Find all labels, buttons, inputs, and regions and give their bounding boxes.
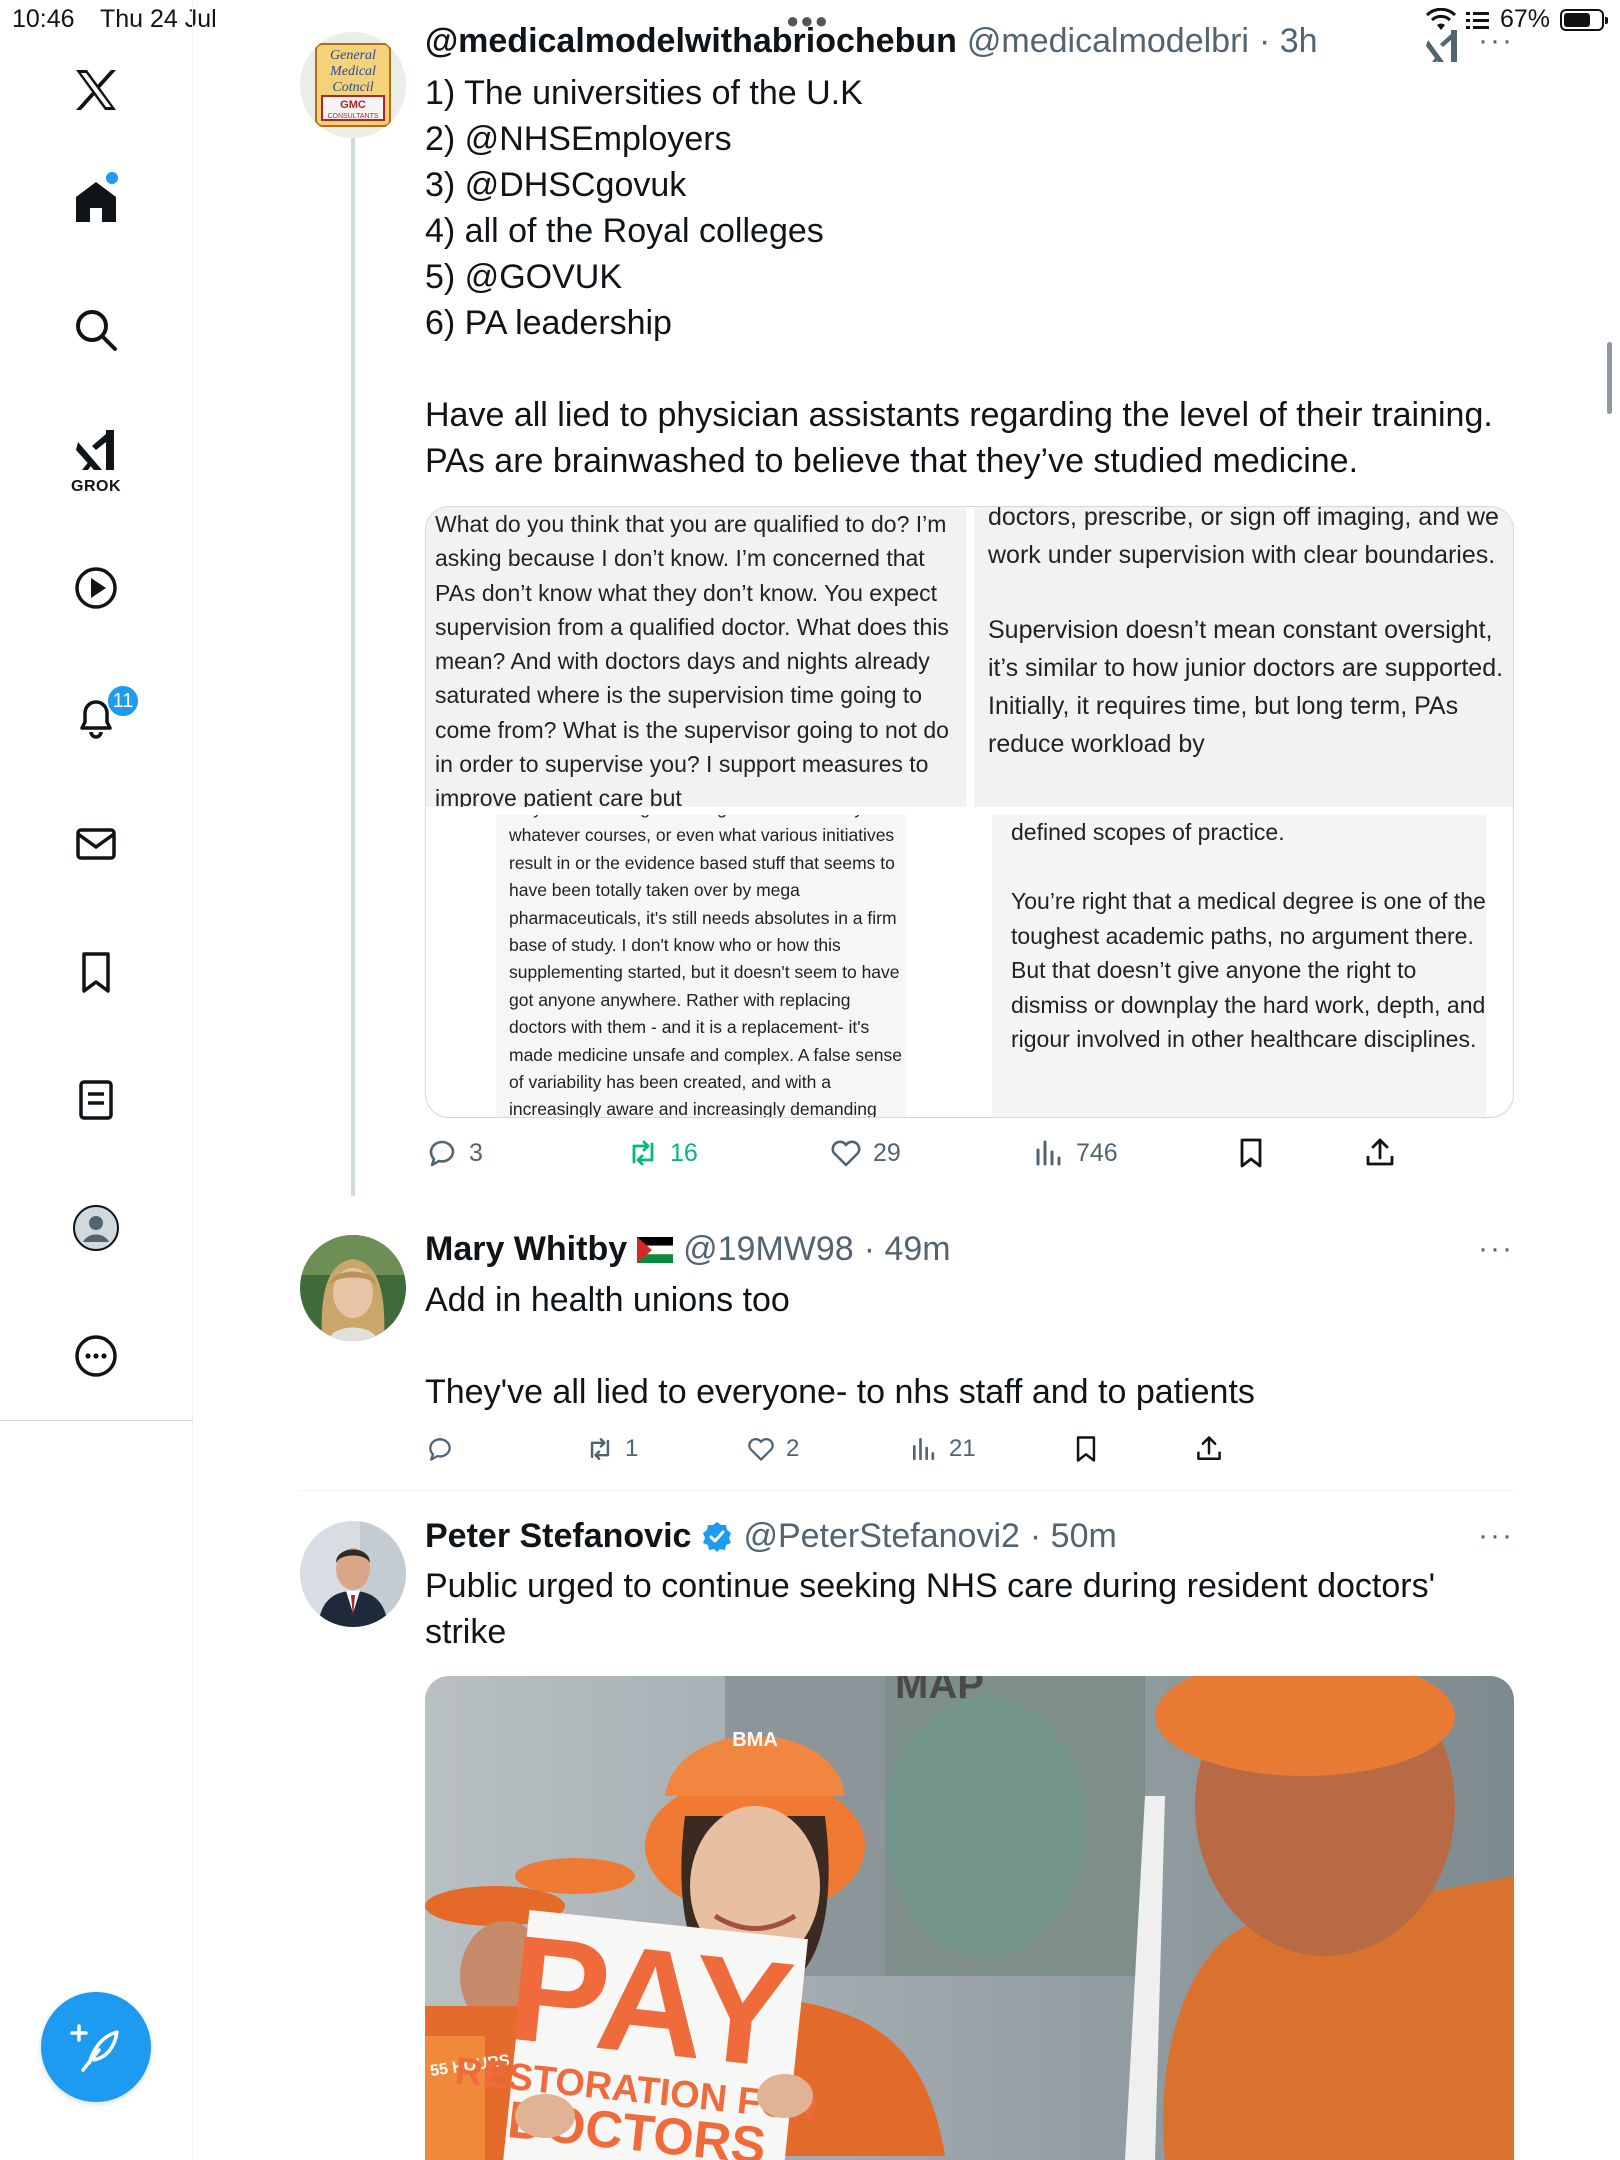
author-name[interactable]: Peter Stefanovic bbox=[425, 1517, 691, 1556]
views-button[interactable]: 21 bbox=[909, 1434, 976, 1464]
messages-envelope-icon[interactable] bbox=[66, 814, 126, 874]
heart-icon bbox=[831, 1140, 861, 1167]
grok-icon[interactable] bbox=[66, 420, 126, 480]
sidebar-divider bbox=[0, 1420, 193, 1421]
lists-icon[interactable] bbox=[66, 1070, 126, 1130]
panel-4-text: defined scopes of practice. You’re right… bbox=[1011, 819, 1486, 1052]
verified-badge-icon bbox=[703, 1521, 732, 1552]
repost-count: 1 bbox=[625, 1435, 639, 1462]
like-button[interactable]: 29 bbox=[829, 1136, 901, 1170]
views-button[interactable]: 746 bbox=[1032, 1136, 1118, 1170]
screenshot-panel-2: doctors, prescribe, or sign off imaging,… bbox=[974, 507, 1513, 807]
tweet-text: Add in health unions too They've all lie… bbox=[425, 1281, 1255, 1411]
repost-button[interactable]: 16 bbox=[626, 1136, 698, 1170]
more-options-icon[interactable]: ··· bbox=[1478, 1519, 1514, 1553]
thread-connector-line bbox=[351, 138, 355, 1196]
gmc-logo-avatar: General Medical Cotncil GMC CONSULTANTS bbox=[300, 32, 406, 138]
reply-icon bbox=[429, 1438, 451, 1461]
heart-icon bbox=[748, 1437, 774, 1461]
author-handle[interactable]: @PeterStefanovi2 bbox=[743, 1517, 1019, 1556]
notification-count-badge: 11 bbox=[106, 684, 140, 718]
reply-count: 3 bbox=[469, 1138, 483, 1167]
screenshot-panel-4: defined scopes of practice. You’re right… bbox=[992, 815, 1486, 1117]
views-chart-icon bbox=[912, 1437, 935, 1461]
panel-1-text: What do you think that you are qualified… bbox=[435, 511, 949, 807]
compose-feather-icon bbox=[70, 2024, 119, 2072]
tweet-header: @medicalmodelwithabriochebun @medicalmod… bbox=[425, 22, 1318, 61]
repost-count: 16 bbox=[670, 1138, 698, 1167]
tweet-media-screenshots[interactable]: What do you think that you are qualified… bbox=[425, 506, 1514, 1118]
avatar-text-5: CONSULTANTS bbox=[327, 113, 378, 120]
author-handle[interactable]: @medicalmodelbri bbox=[967, 22, 1249, 61]
tweet-text: 1) The universities of the U.K 2) @NHSEm… bbox=[425, 74, 1493, 480]
repost-icon bbox=[590, 1438, 610, 1460]
more-options-icon[interactable]: ··· bbox=[1478, 24, 1514, 58]
tweet-time[interactable]: · 49m bbox=[864, 1230, 951, 1269]
tweet-time[interactable]: · 50m bbox=[1030, 1517, 1117, 1556]
bookmark-icon bbox=[1076, 1436, 1096, 1462]
avatar[interactable] bbox=[300, 1235, 406, 1341]
author-name[interactable]: Mary Whitby bbox=[425, 1230, 627, 1269]
avatar[interactable]: General Medical Cotncil GMC CONSULTANTS bbox=[300, 32, 406, 138]
bookmarks-icon[interactable] bbox=[66, 942, 126, 1002]
grok-label: GROK bbox=[71, 478, 121, 495]
repost-button[interactable]: 1 bbox=[585, 1434, 638, 1464]
views-chart-icon bbox=[1036, 1140, 1061, 1166]
bookmark-button[interactable] bbox=[1071, 1434, 1101, 1464]
like-button[interactable]: 2 bbox=[746, 1434, 799, 1464]
grok-explain-icon[interactable] bbox=[1426, 28, 1460, 64]
cap-logo-text: BMA bbox=[732, 1729, 778, 1751]
profile-avatar-icon[interactable] bbox=[66, 1198, 126, 1258]
video-icon[interactable] bbox=[66, 558, 126, 618]
reply-button[interactable] bbox=[425, 1434, 465, 1464]
tweet-time[interactable]: · 3h bbox=[1259, 22, 1318, 61]
author-name[interactable]: @medicalmodelwithabriochebun bbox=[425, 22, 957, 61]
share-button[interactable] bbox=[1363, 1136, 1397, 1170]
share-icon bbox=[1366, 1138, 1394, 1166]
sidebar-nav: GROK 11 bbox=[0, 0, 193, 2160]
x-logo-icon[interactable] bbox=[66, 60, 126, 120]
bookmark-button[interactable] bbox=[1234, 1136, 1268, 1170]
panel-2-text: doctors, prescribe, or sign off imaging,… bbox=[988, 507, 1504, 758]
strike-photo: MAP 55 HOURS NOT A WARNING 4 JUNIOR DOCT… bbox=[425, 1676, 1514, 2160]
tweet-header: Mary Whitby @19MW98 · 49m bbox=[425, 1230, 951, 1269]
screenshot-panel-1: What do you think that you are qualified… bbox=[426, 507, 966, 807]
view-count: 746 bbox=[1076, 1138, 1118, 1167]
avatar-text-1: General bbox=[330, 48, 376, 63]
home-unread-dot bbox=[106, 172, 118, 184]
tweet-divider bbox=[300, 1490, 1514, 1491]
palestine-flag-icon bbox=[637, 1236, 674, 1263]
repost-icon bbox=[632, 1140, 654, 1166]
mary-whitby-photo bbox=[300, 1235, 406, 1341]
avatar-text-4: GMC bbox=[340, 99, 366, 111]
tweet-media-photo[interactable]: MAP 55 HOURS NOT A WARNING 4 JUNIOR DOCT… bbox=[425, 1676, 1514, 2160]
share-button[interactable] bbox=[1194, 1434, 1224, 1464]
screenshot-panel-3: very well with slogans and guidelines an… bbox=[496, 815, 906, 1118]
reply-icon bbox=[429, 1140, 455, 1167]
battery-icon bbox=[1560, 8, 1608, 31]
search-icon[interactable] bbox=[66, 300, 126, 360]
reply-button[interactable]: 3 bbox=[425, 1136, 483, 1170]
avatar[interactable] bbox=[300, 1521, 406, 1627]
panel-3-text: very well with slogans and guidelines an… bbox=[509, 815, 903, 1118]
tweet-text: Public urged to continue seeking NHS car… bbox=[425, 1567, 1436, 1651]
tweet-header: Peter Stefanovic @PeterStefanovi2 · 50m bbox=[425, 1517, 1117, 1556]
more-options-icon[interactable]: ··· bbox=[1478, 1232, 1514, 1266]
like-count: 29 bbox=[873, 1138, 901, 1167]
more-options-icon[interactable] bbox=[66, 1326, 126, 1386]
bookmark-icon bbox=[1240, 1138, 1262, 1168]
view-count: 21 bbox=[949, 1435, 976, 1462]
like-count: 2 bbox=[786, 1435, 800, 1462]
share-icon bbox=[1197, 1436, 1221, 1460]
peter-stefanovic-photo bbox=[300, 1521, 406, 1627]
avatar-text-3: Cotncil bbox=[332, 80, 373, 95]
avatar-text-2: Medical bbox=[329, 64, 376, 79]
compose-post-button[interactable] bbox=[41, 1992, 151, 2102]
author-handle[interactable]: @19MW98 bbox=[683, 1230, 854, 1269]
scrollbar[interactable] bbox=[1607, 342, 1612, 414]
background-sign-text: MAP bbox=[895, 1676, 984, 1707]
